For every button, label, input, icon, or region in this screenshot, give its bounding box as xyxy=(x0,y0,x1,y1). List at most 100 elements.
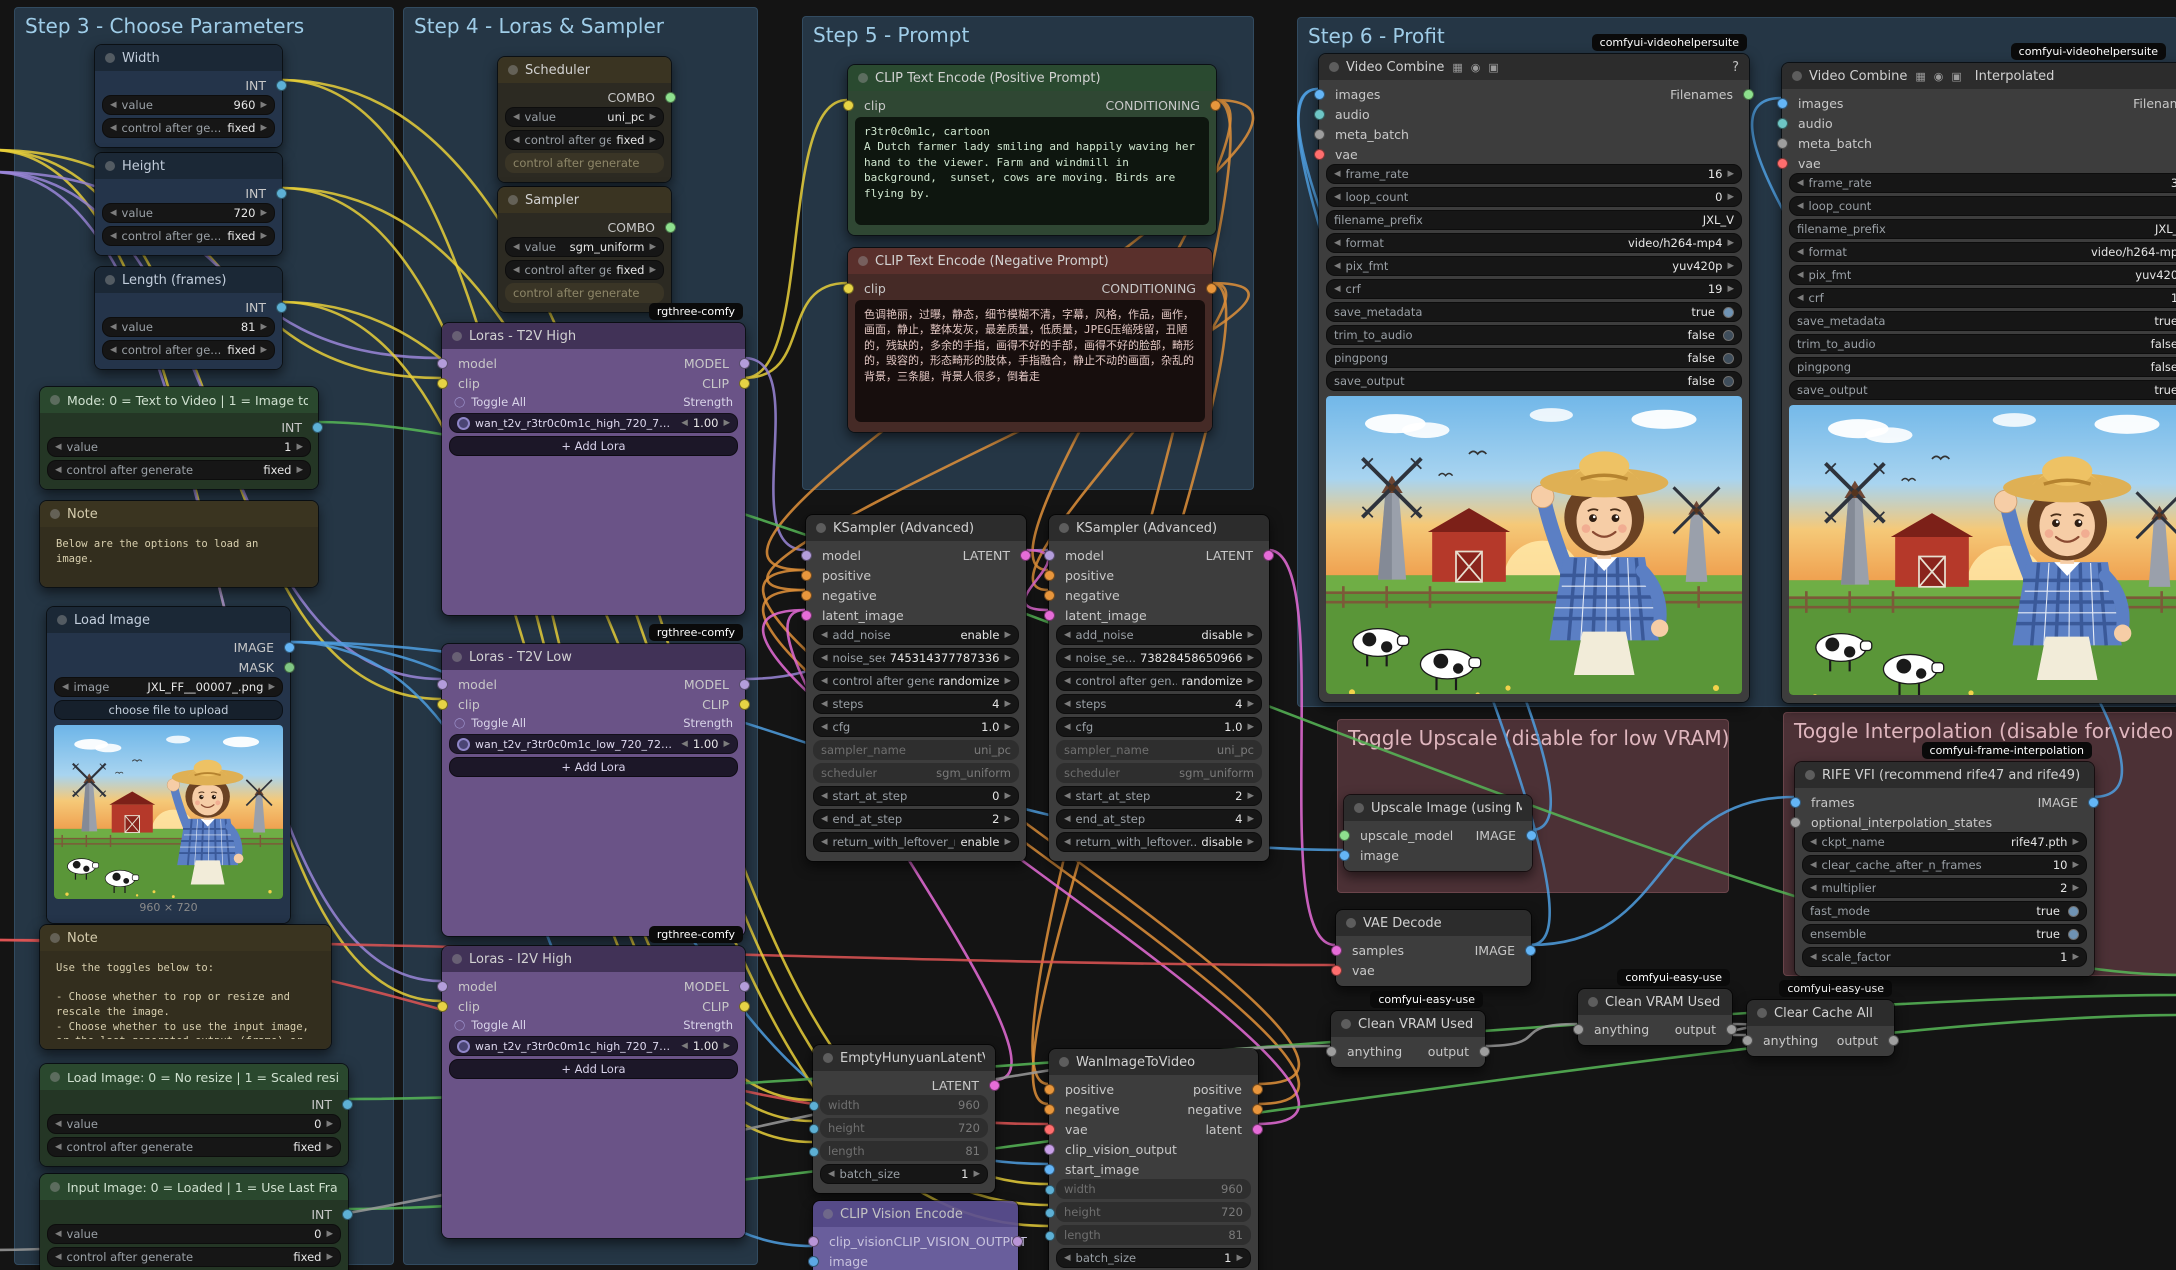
decrement-arrow[interactable]: ◀ xyxy=(1064,653,1071,663)
node-width[interactable]: WidthINT◀value960▶◀control after ge...fi… xyxy=(94,44,283,148)
increment-arrow[interactable]: ▶ xyxy=(260,208,267,218)
widget-input-port[interactable] xyxy=(809,1124,819,1134)
input-port-image[interactable] xyxy=(808,1256,819,1267)
widget-start-at-step[interactable]: ◀start_at_step0▶ xyxy=(813,786,1019,806)
widget-end-at-step[interactable]: ◀end_at_step4▶ xyxy=(1056,809,1262,829)
increment-arrow[interactable]: ▶ xyxy=(326,1142,333,1152)
widget-width[interactable]: width960 xyxy=(1056,1179,1251,1199)
node-header[interactable]: CLIP Text Encode (Negative Prompt) xyxy=(848,248,1212,274)
collapse-dot[interactable] xyxy=(50,509,60,519)
decrement-arrow[interactable]: ◀ xyxy=(1810,883,1817,893)
output-port-model[interactable] xyxy=(739,679,750,690)
widget-control-after-generate[interactable]: ◀control after generatefixed▶ xyxy=(47,1247,341,1267)
increment-arrow[interactable]: ▶ xyxy=(296,465,303,475)
widget-image[interactable]: ◀imageJXL_FF__00007_.png▶ xyxy=(54,677,283,697)
collapse-dot[interactable] xyxy=(50,395,60,405)
decrement-arrow[interactable]: ◀ xyxy=(513,112,520,122)
node-empty-hunyuan-latent-video[interactable]: EmptyHunyuanLatentVideoLATENTwidth960hei… xyxy=(812,1044,996,1194)
output-port-clip[interactable] xyxy=(739,699,750,710)
decrement-arrow[interactable]: ◀ xyxy=(1797,270,1804,280)
decrement-arrow[interactable]: ◀ xyxy=(821,653,828,663)
widget-batch-size[interactable]: ◀batch_size1▶ xyxy=(820,1164,988,1184)
output-port-model[interactable] xyxy=(739,358,750,369)
widget-noise-se[interactable]: ◀noise_se...73828458650966▶ xyxy=(1056,648,1262,668)
node-header[interactable]: WanImageToVideo xyxy=(1049,1049,1258,1075)
widget-control-after-ge[interactable]: ◀control after ge...fixed▶ xyxy=(505,130,664,150)
output-port-positive[interactable] xyxy=(1252,1084,1263,1095)
node-clip-text-encode-positive[interactable]: CLIP Text Encode (Positive Prompt)clipCO… xyxy=(847,64,1217,236)
output-port-conditioning[interactable] xyxy=(1210,100,1221,111)
collapse-dot[interactable] xyxy=(508,195,518,205)
lora-row[interactable]: wan_t2v_r3tr0c0m1c_low_720_720.lora.sa..… xyxy=(449,734,738,754)
input-port-anything[interactable] xyxy=(1573,1024,1584,1035)
output-port-filenames[interactable] xyxy=(1743,89,1754,100)
add-lora-button[interactable]: + Add Lora xyxy=(449,757,738,777)
increment-arrow[interactable]: ▶ xyxy=(1727,238,1734,248)
input-port-negative[interactable] xyxy=(801,590,812,601)
increment-arrow[interactable]: ▶ xyxy=(1727,169,1734,179)
node-video-combine-2[interactable]: comfyui-videohelpersuiteVideo Combine▦◉▣… xyxy=(1781,62,2176,704)
node-header[interactable]: Upscale Image (using Model) xyxy=(1344,795,1532,821)
node-ksampler-advanced-2[interactable]: KSampler (Advanced)modelLATENTpositivene… xyxy=(1048,514,1270,862)
widget-batch-size[interactable]: ◀batch_size1▶ xyxy=(1056,1248,1251,1268)
output-port-output[interactable] xyxy=(1888,1035,1899,1046)
node-header[interactable]: VAE Decode xyxy=(1336,910,1531,936)
widget-add-noise[interactable]: ◀add_noiseenable▶ xyxy=(813,625,1019,645)
node-header[interactable]: EmptyHunyuanLatentVideo xyxy=(813,1045,995,1071)
increment-arrow[interactable]: ▶ xyxy=(649,242,656,252)
text-content[interactable]: Below are the options to load an image. … xyxy=(47,533,311,577)
node-header[interactable]: Video Combine▦◉▣? xyxy=(1319,54,1749,80)
node-header[interactable]: Loras - T2V High xyxy=(442,323,745,349)
output-port-int[interactable] xyxy=(312,422,323,433)
widget-value[interactable]: ◀valueuni_pc▶ xyxy=(505,107,664,127)
widget-input-port[interactable] xyxy=(1045,1185,1055,1195)
widget-height[interactable]: height720 xyxy=(1056,1202,1251,1222)
input-port-vae[interactable] xyxy=(1331,965,1342,976)
node-header[interactable]: KSampler (Advanced) xyxy=(1049,515,1269,541)
widget-steps[interactable]: ◀steps4▶ xyxy=(813,694,1019,714)
toggle-dot[interactable] xyxy=(1723,353,1734,364)
input-port-meta-batch[interactable] xyxy=(1777,138,1788,149)
output-port-conditioning[interactable] xyxy=(1206,283,1217,294)
widget-crf[interactable]: ◀crf19▶ xyxy=(1789,288,2176,308)
node-clip-text-encode-negative[interactable]: CLIP Text Encode (Negative Prompt)clipCO… xyxy=(847,247,1213,433)
input-port-model[interactable] xyxy=(437,679,448,690)
widget-width[interactable]: width960 xyxy=(820,1095,988,1115)
input-port-vae[interactable] xyxy=(1044,1124,1055,1135)
toggle-all-icon[interactable]: ◯ xyxy=(454,718,465,729)
group-title[interactable]: Step 5 - Prompt xyxy=(803,17,1253,53)
widget-control-after-ge[interactable]: ◀control after ge...fixed▶ xyxy=(102,340,275,360)
decrement-arrow[interactable]: ◀ xyxy=(110,100,117,110)
increment-arrow[interactable]: ▶ xyxy=(1247,722,1254,732)
toggle-dot[interactable] xyxy=(2068,929,2079,940)
input-port-positive[interactable] xyxy=(1044,1084,1055,1095)
widget-steps[interactable]: ◀steps4▶ xyxy=(1056,694,1262,714)
node-sampler[interactable]: SamplerCOMBO◀valuesgm_uniform▶◀control a… xyxy=(497,186,672,313)
output-port-int[interactable] xyxy=(342,1209,353,1220)
decrement-arrow[interactable]: ◀ xyxy=(1064,791,1071,801)
increment-arrow[interactable]: ▶ xyxy=(326,1119,333,1129)
increment-arrow[interactable]: ▶ xyxy=(260,100,267,110)
increment-arrow[interactable]: ▶ xyxy=(260,231,267,241)
increment-arrow[interactable]: ▶ xyxy=(1004,699,1011,709)
decrement-arrow[interactable]: ◀ xyxy=(1334,238,1341,248)
widget-value[interactable]: ◀valuesgm_uniform▶ xyxy=(505,237,664,257)
widget-fast-mode[interactable]: fast_modetrue xyxy=(1802,901,2087,921)
decrement-arrow[interactable]: ◀ xyxy=(1797,178,1804,188)
input-port-optional-interpolation-states[interactable] xyxy=(1790,817,1801,828)
decrement-arrow[interactable]: ◀ xyxy=(1334,284,1341,294)
input-port-clip[interactable] xyxy=(437,1001,448,1012)
decrement-arrow[interactable]: ◀ xyxy=(55,442,62,452)
node-header[interactable]: Clean VRAM Used xyxy=(1578,989,1732,1015)
widget-control-after-generate[interactable]: control after generate xyxy=(505,153,664,173)
increment-arrow[interactable]: ▶ xyxy=(1727,192,1734,202)
decrement-arrow[interactable]: ◀ xyxy=(110,231,117,241)
widget-noise-seed[interactable]: ◀noise_seed745314377787336▶ xyxy=(813,648,1019,668)
increment-arrow[interactable]: ▶ xyxy=(1004,722,1011,732)
widget-end-at-step[interactable]: ◀end_at_step2▶ xyxy=(813,809,1019,829)
node-upscale-image[interactable]: Upscale Image (using Model)upscale_model… xyxy=(1343,794,1533,872)
input-port-model[interactable] xyxy=(437,981,448,992)
decrement-arrow[interactable]: ◀ xyxy=(110,208,117,218)
toggle-all-icon[interactable]: ◯ xyxy=(454,397,465,408)
widget-value[interactable]: ◀value960▶ xyxy=(102,95,275,115)
